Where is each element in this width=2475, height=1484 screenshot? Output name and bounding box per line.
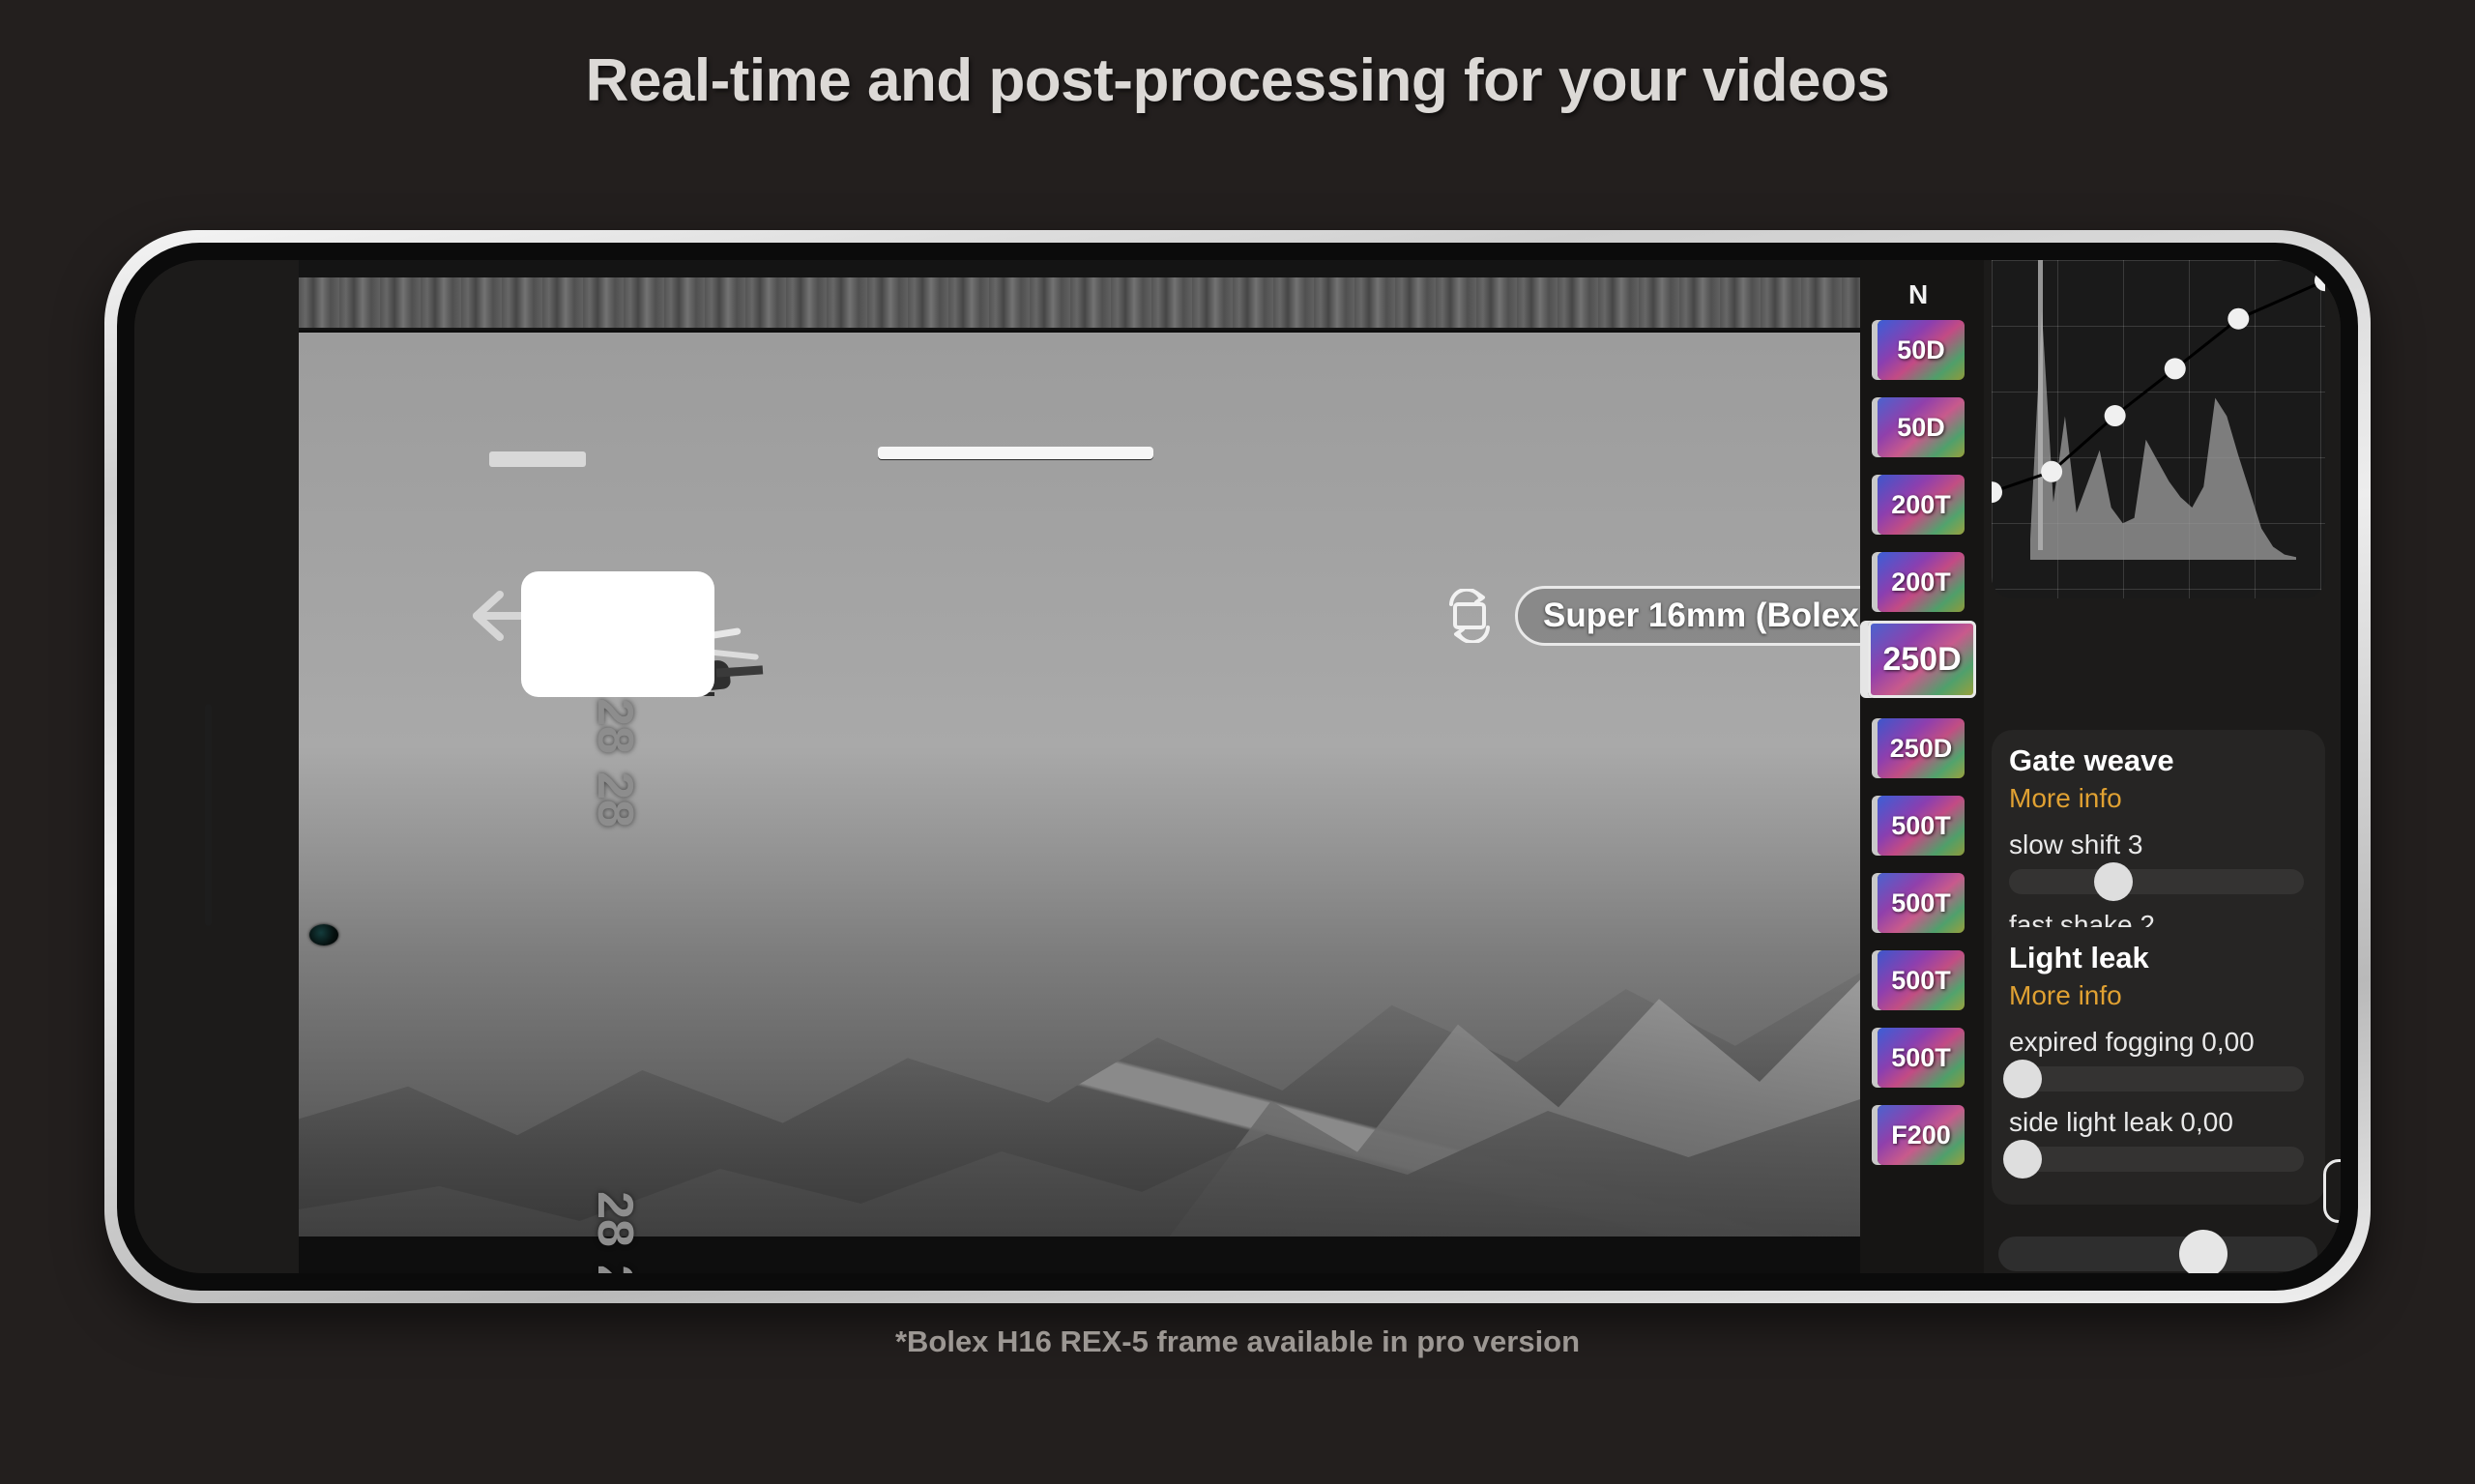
app-root: 28 28 28 28 [134, 260, 2341, 1273]
footnote: *Bolex H16 REX-5 frame available in pro … [894, 1324, 1581, 1358]
group-light-leak: Light leak More info expired fogging 0,0… [1992, 927, 2325, 1205]
slider-expired-fogging[interactable] [2003, 1060, 2304, 1098]
device-top-nub-right [878, 447, 1153, 459]
curve-control-point-3[interactable] [2164, 358, 2186, 380]
film-edge-number: 28 [586, 1191, 643, 1247]
film-stock-200t-3[interactable]: 200T [1878, 552, 1965, 612]
front-camera-icon [309, 924, 338, 946]
control-label: expired fogging 0,00 [2009, 1027, 2255, 1057]
film-stock-500t-9[interactable]: 500T [1878, 1028, 1965, 1088]
more-info-link[interactable]: More info [2009, 980, 2308, 1011]
film-stock-500t-6[interactable]: 500T [1878, 796, 1965, 856]
device-top-nub-left [489, 451, 586, 467]
film-stock-200t-2[interactable]: 200T [1878, 475, 1965, 535]
adjustments-panel[interactable]: Gate weave More info slow shift 3 fast s… [1984, 260, 2341, 1273]
curve-control-point-5[interactable] [2315, 270, 2325, 292]
slider-slow-shift[interactable] [2009, 862, 2304, 901]
curve-control-point-2[interactable] [2104, 405, 2126, 427]
film-edge-number: 28 [586, 1265, 644, 1273]
film-edge-number: 28 [586, 771, 643, 828]
group-title: Gate weave [2009, 743, 2174, 777]
rotate-frame-icon[interactable] [1440, 587, 1500, 645]
slider-side-light-leak[interactable] [2003, 1140, 2304, 1178]
curve-control-point-0[interactable] [1992, 481, 2002, 504]
film-stock-f200-10[interactable]: F200 [1878, 1105, 1965, 1165]
film-stock-500t-7[interactable]: 500T [1878, 873, 1965, 933]
group-title: Light leak [2009, 941, 2149, 975]
film-edge-number: 28 [586, 698, 643, 754]
film-gate-top-band [299, 260, 1860, 330]
curve-control-point-4[interactable] [2228, 307, 2250, 330]
page-title: Real-time and post-processing for your v… [585, 47, 1890, 114]
slider-handle[interactable] [2094, 862, 2133, 901]
film-stock-50d-0[interactable]: 50D [1878, 320, 1965, 380]
film-stock-rail[interactable]: N 50D 50D 200T 200T 250D 250D 500T 500T 500T 500T… [1860, 260, 1984, 1273]
slider-handle[interactable] [2003, 1140, 2042, 1178]
film-stock-500t-8[interactable]: 500T [1878, 950, 1965, 1010]
curve-control-point-1[interactable] [2041, 460, 2063, 482]
control-label: side light leak 0,00 [2009, 1107, 2233, 1137]
video-frame-image [299, 333, 1860, 1273]
curve-line-and-points [1992, 270, 2325, 504]
volume-button[interactable] [205, 704, 212, 926]
video-preview[interactable] [299, 260, 1860, 1273]
film-rail-header: N [1908, 279, 1929, 309]
film-stock-50d-1[interactable]: 50D [1878, 397, 1965, 457]
phone-device: 28 28 28 28 [104, 230, 2371, 1303]
exposure-slider-track[interactable] [1998, 1237, 2317, 1271]
tone-curve-editor[interactable] [1992, 260, 2325, 598]
more-info-link[interactable]: More info [2009, 783, 2308, 814]
control-label: slow shift 3 [2009, 829, 2143, 859]
phone-bezel: 28 28 28 28 [117, 243, 2358, 1291]
reset-curve-button[interactable] [2323, 1159, 2341, 1223]
phone-screen: 28 28 28 28 [134, 260, 2341, 1273]
film-stock-250d-4[interactable]: 250D [1868, 621, 1976, 698]
slider-handle[interactable] [2003, 1060, 2042, 1098]
exposure-slider-handle[interactable] [2179, 1230, 2228, 1273]
film-gate-bottom-band [299, 1237, 1860, 1273]
film-perforation-strip [299, 277, 1860, 328]
redaction-block-top [521, 571, 714, 697]
film-stock-250d-5[interactable]: 250D [1878, 718, 1965, 778]
